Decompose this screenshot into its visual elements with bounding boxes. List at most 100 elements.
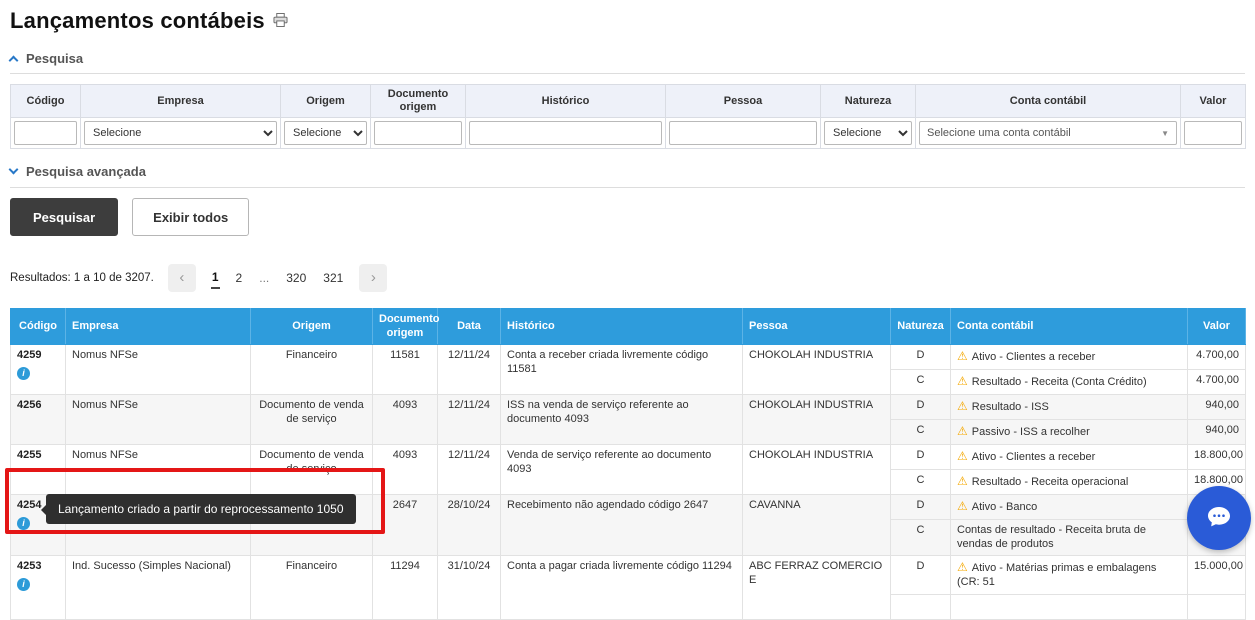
col-data: Data bbox=[437, 308, 501, 345]
info-icon[interactable]: i bbox=[17, 366, 30, 380]
search-button[interactable]: Pesquisar bbox=[10, 198, 119, 237]
filter-header-empresa: Empresa bbox=[80, 83, 281, 119]
cell-valor: 4.700,00 bbox=[1187, 343, 1246, 370]
info-icon[interactable]: i bbox=[17, 578, 30, 591]
cell-empresa: Nomus NFSe bbox=[65, 443, 251, 495]
filter-header-codigo: Código bbox=[10, 83, 81, 119]
divider bbox=[10, 73, 1245, 74]
cell-historico: ISS na venda de serviço referente ao doc… bbox=[500, 393, 743, 445]
cell-conta-contabil: ⚠ Ativo - Clientes a receber bbox=[950, 443, 1188, 470]
cell-natureza: C bbox=[890, 368, 951, 395]
next-page-button[interactable]: › bbox=[359, 264, 388, 293]
cell-data: 12/11/24 bbox=[437, 443, 501, 495]
info-icon[interactable]: i bbox=[17, 516, 30, 530]
empresa-filter-select[interactable]: Selecione bbox=[84, 121, 277, 146]
cell-origem: Documento de venda de serviço bbox=[250, 443, 373, 495]
table-row: 4259 i Nomus NFSe Financeiro 11581 12/11… bbox=[10, 343, 1246, 395]
print-button[interactable] bbox=[273, 12, 288, 30]
page-title: Lançamentos contábeis bbox=[10, 8, 265, 33]
table-row: 4253 i Ind. Sucesso (Simples Nacional) F… bbox=[10, 555, 1246, 620]
cell-conta-contabil: ⚠ Resultado - ISS bbox=[950, 393, 1188, 420]
cell-valor bbox=[1187, 593, 1246, 620]
cell-documento-origem: 11581 bbox=[372, 343, 438, 395]
warning-icon: ⚠ bbox=[957, 373, 968, 388]
cell-valor: 4.700,00 bbox=[1187, 368, 1246, 395]
warning-icon: ⚠ bbox=[957, 448, 968, 463]
cell-pessoa: CHOKOLAH INDUSTRIA bbox=[742, 443, 891, 495]
cell-documento-origem: 4093 bbox=[372, 443, 438, 495]
cell-natureza: D bbox=[890, 343, 951, 370]
cell-codigo: 4253 i bbox=[10, 555, 66, 620]
cell-natureza: C bbox=[890, 518, 951, 557]
cell-historico: Conta a pagar criada livremente código 1… bbox=[500, 555, 743, 620]
documento-origem-filter-input[interactable] bbox=[374, 121, 462, 146]
cell-conta-contabil: ⚠ Ativo - Banco bbox=[950, 493, 1188, 520]
advanced-search-label: Pesquisa avançada bbox=[26, 163, 146, 179]
cell-valor: 15.000,00 bbox=[1187, 555, 1246, 595]
cell-codigo: 4259 i bbox=[10, 343, 66, 395]
chat-button[interactable] bbox=[1187, 486, 1251, 550]
col-documento-origem: Documento origem bbox=[372, 308, 440, 345]
prev-page-button[interactable]: ‹ bbox=[167, 264, 196, 293]
tooltip-text: Lançamento criado a partir do reprocessa… bbox=[58, 502, 344, 516]
search-section-toggle[interactable]: Pesquisa bbox=[8, 50, 1245, 66]
printer-icon bbox=[273, 12, 288, 30]
conta-contabil-filter-select[interactable]: Selecione uma conta contábil ▼ bbox=[919, 121, 1177, 146]
valor-filter-input[interactable] bbox=[1184, 121, 1242, 146]
cell-conta-contabil: ⚠ Ativo - Matérias primas e embalagens (C… bbox=[950, 555, 1188, 595]
historico-filter-input[interactable] bbox=[469, 121, 662, 146]
cell-origem: Financeiro bbox=[250, 555, 373, 620]
natureza-filter-select[interactable]: Selecione bbox=[824, 121, 912, 146]
warning-icon: ⚠ bbox=[957, 348, 968, 363]
cell-data: 12/11/24 bbox=[437, 343, 501, 395]
cell-documento-origem: 4093 bbox=[372, 393, 438, 445]
cell-pessoa: CAVANNA bbox=[742, 493, 891, 557]
origem-filter-select[interactable]: Selecione bbox=[284, 121, 367, 146]
results-summary: Resultados: 1 a 10 de 3207. bbox=[10, 272, 154, 285]
cell-pessoa: CHOKOLAH INDUSTRIA bbox=[742, 343, 891, 395]
cell-conta-contabil: ⚠ Ativo - Clientes a receber bbox=[950, 343, 1188, 370]
results-table: Código Empresa Origem Documento origem D… bbox=[10, 308, 1246, 620]
table-row: 4256 Nomus NFSe Documento de venda de se… bbox=[10, 393, 1246, 445]
col-empresa: Empresa bbox=[65, 308, 251, 345]
warning-icon: ⚠ bbox=[957, 560, 968, 575]
search-section-label: Pesquisa bbox=[26, 50, 84, 66]
action-buttons: Pesquisar Exibir todos bbox=[10, 198, 1245, 237]
filter-header-origem: Origem bbox=[280, 83, 371, 119]
warning-icon: ⚠ bbox=[957, 398, 968, 413]
col-codigo: Código bbox=[10, 308, 66, 345]
pessoa-filter-input[interactable] bbox=[669, 121, 817, 146]
cell-origem: Documento de venda de serviço bbox=[250, 393, 373, 445]
page: Lançamentos contábeis Pesquisa Código Em… bbox=[0, 0, 1255, 620]
filter-header-valor: Valor bbox=[1180, 83, 1246, 119]
conta-contabil-placeholder: Selecione uma conta contábil bbox=[927, 127, 1071, 140]
cell-codigo: 4256 bbox=[10, 393, 66, 445]
cell-conta-contabil: ⚠ Resultado - Receita (Conta Crédito) bbox=[950, 368, 1188, 395]
page-number-321[interactable]: 321 bbox=[322, 268, 344, 288]
cell-valor: 940,00 bbox=[1187, 393, 1246, 420]
divider bbox=[10, 187, 1245, 189]
cell-data: 28/10/24 bbox=[437, 493, 501, 557]
results-bar: Resultados: 1 a 10 de 3207. ‹ 1 2 ... 32… bbox=[10, 264, 1245, 293]
chevron-up-icon bbox=[8, 55, 19, 65]
page-number-320[interactable]: 320 bbox=[285, 268, 307, 288]
col-historico: Histórico bbox=[500, 308, 743, 345]
codigo-filter-input[interactable] bbox=[14, 121, 77, 146]
cell-natureza: D bbox=[890, 393, 951, 420]
cell-empresa: Nomus NFSe bbox=[65, 343, 251, 395]
pagination: ‹ 1 2 ... 320 321 › bbox=[167, 264, 388, 293]
cell-natureza: D bbox=[890, 493, 951, 520]
page-number-1[interactable]: 1 bbox=[210, 267, 220, 290]
warning-icon: ⚠ bbox=[957, 498, 968, 513]
cell-natureza: C bbox=[890, 418, 951, 445]
cell-pessoa: ABC FERRAZ COMERCIO E bbox=[742, 555, 891, 620]
page-header: Lançamentos contábeis bbox=[10, 8, 1245, 34]
cell-valor: 940,00 bbox=[1187, 418, 1246, 445]
cell-origem: Financeiro bbox=[250, 343, 373, 395]
advanced-search-toggle[interactable]: Pesquisa avançada bbox=[8, 163, 1245, 179]
warning-icon: ⚠ bbox=[957, 423, 968, 438]
show-all-button[interactable]: Exibir todos bbox=[132, 198, 250, 237]
page-number-2[interactable]: 2 bbox=[235, 268, 244, 288]
cell-data: 12/11/24 bbox=[437, 393, 501, 445]
cell-conta-contabil: Contas de resultado - Receita bruta de v… bbox=[950, 518, 1188, 557]
